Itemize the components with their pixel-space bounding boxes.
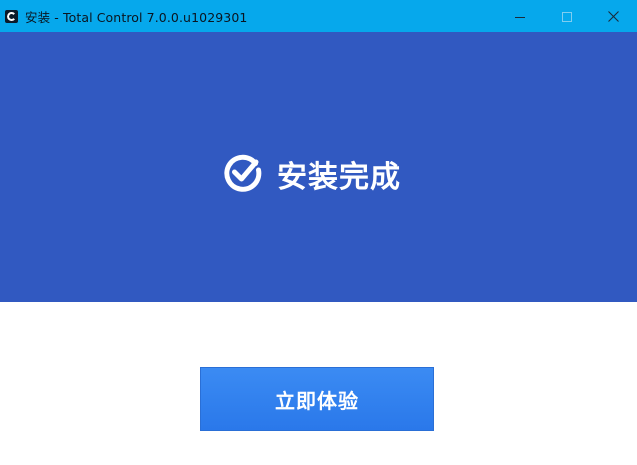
window-title: 安装 - Total Control 7.0.0.u1029301 [25, 9, 248, 25]
close-icon [608, 7, 619, 26]
maximize-button[interactable] [543, 0, 590, 32]
install-status-banner: 安装完成 [0, 32, 637, 302]
install-complete-status: 安装完成 [222, 151, 401, 197]
app-logo-icon [5, 9, 18, 23]
try-now-button[interactable]: 立即体验 [200, 367, 434, 431]
title-bar[interactable]: 安装 - Total Control 7.0.0.u1029301 [0, 0, 637, 32]
minimize-button[interactable] [496, 0, 543, 32]
install-complete-text: 安装完成 [277, 160, 401, 195]
window-controls [496, 0, 637, 32]
check-circle-icon [222, 151, 264, 197]
close-button[interactable] [590, 0, 637, 32]
maximize-icon [561, 7, 572, 26]
minimize-icon [514, 7, 525, 26]
